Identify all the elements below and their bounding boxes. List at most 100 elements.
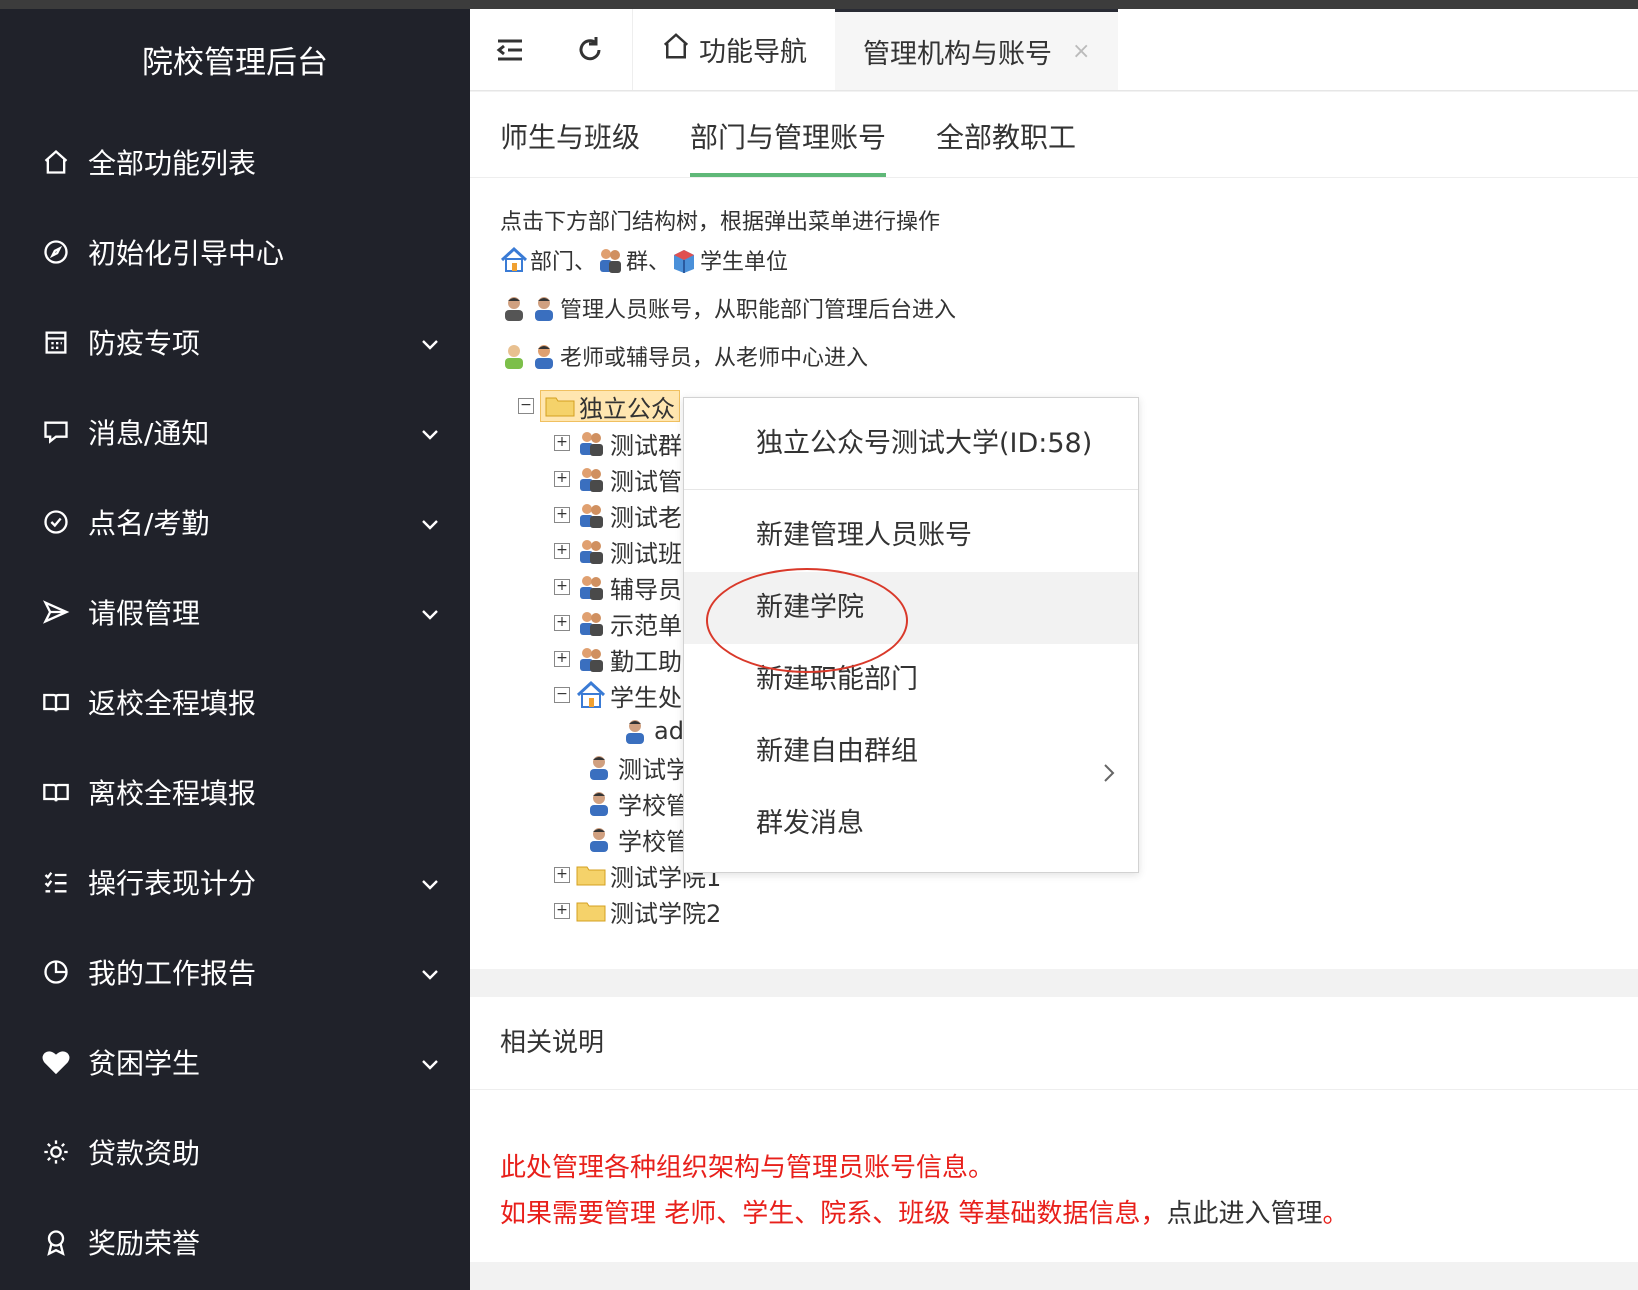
sidebar-item-conduct[interactable]: 操行表现计分	[0, 837, 470, 927]
tab-org-accounts[interactable]: 管理机构与账号 ×	[835, 9, 1119, 90]
group-icon	[580, 504, 603, 528]
sidebar-item-init-guide[interactable]: 初始化引导中心	[0, 207, 470, 297]
sidebar-item-label: 全部功能列表	[88, 147, 257, 180]
expand-icon[interactable]: +	[554, 543, 570, 559]
tree-node[interactable]: + 测试老	[554, 498, 682, 532]
list-check-icon	[40, 866, 72, 898]
note-line-2: 如果需要管理 老师、学生、院系、班级 等基础数据信息，点此进入管理。	[500, 1193, 1349, 1230]
collapse-icon[interactable]: −	[554, 687, 570, 703]
menu-fold-icon	[496, 39, 522, 60]
menu-item-label: 新建自由群组	[756, 736, 918, 767]
admin-person-icon	[535, 297, 553, 321]
expand-icon[interactable]: +	[554, 867, 570, 883]
menu-item-new-free-group[interactable]: 新建自由群组	[684, 716, 1138, 788]
home-icon	[40, 146, 72, 178]
sidebar-item-all-functions[interactable]: 全部功能列表	[0, 117, 470, 207]
group-icon	[580, 540, 603, 564]
chevron-down-icon	[418, 510, 442, 534]
app-title: 院校管理后台	[142, 45, 328, 81]
menu-item-broadcast-message[interactable]: 群发消息	[684, 788, 1138, 860]
sidebar-item-loans[interactable]: 贷款资助	[0, 1107, 470, 1197]
admin-person-icon	[505, 297, 523, 321]
expand-icon[interactable]: +	[554, 435, 570, 451]
admin-person-icon	[590, 756, 608, 780]
chevron-down-icon	[418, 870, 442, 894]
tree-node-label: 学校管	[618, 791, 690, 820]
refresh-icon	[579, 36, 601, 60]
sidebar-item-work-report[interactable]: 我的工作报告	[0, 927, 470, 1017]
group-icon	[580, 612, 603, 636]
sidebar-item-leave[interactable]: 请假管理	[0, 567, 470, 657]
expand-icon[interactable]: +	[554, 471, 570, 487]
sidebar-item-label: 请假管理	[88, 597, 201, 630]
tip-line-4: 老师或辅导员，从老师中心进入	[500, 340, 868, 372]
sidebar-item-awards[interactable]: 奖励荣誉	[0, 1197, 470, 1287]
tree-node[interactable]: + 勤工助	[554, 642, 682, 676]
refresh-button[interactable]	[550, 9, 630, 90]
expand-icon[interactable]: +	[554, 903, 570, 919]
sidebar-item-label: 点名/考勤	[88, 507, 210, 540]
teacher-person-icon	[505, 345, 523, 369]
sidebar-item-return-school[interactable]: 返校全程填报	[0, 657, 470, 747]
collapse-sidebar-button[interactable]	[470, 9, 550, 90]
tree-node[interactable]: + 测试学院2	[554, 894, 721, 928]
tree-node[interactable]: 学校管	[584, 786, 690, 820]
tree-node[interactable]: 学校管	[584, 822, 690, 856]
sidebar-item-messages[interactable]: 消息/通知	[0, 387, 470, 477]
teacher-person-icon	[535, 345, 553, 369]
tree-root-node[interactable]: − 独立公众	[518, 389, 680, 423]
sidebar-item-poor-students[interactable]: 贫困学生	[0, 1017, 470, 1107]
send-icon	[40, 596, 72, 628]
sidebar-item-leave-school[interactable]: 离校全程填报	[0, 747, 470, 837]
subtab-teachers-classes[interactable]: 师生与班级	[500, 92, 640, 177]
tip-line-1: 点击下方部门结构树，根据弹出菜单进行操作	[500, 204, 940, 236]
tip-text: 老师或辅导员，从老师中心进入	[560, 346, 869, 371]
subtab-departments-accounts[interactable]: 部门与管理账号	[690, 92, 887, 177]
tab-label: 管理机构与账号	[863, 38, 1052, 70]
context-menu-title: 独立公众号测试大学(ID:58)	[684, 398, 1138, 490]
tree-node-label: 辅导员	[610, 575, 682, 604]
sidebar-item-label: 离校全程填报	[88, 777, 257, 810]
related-notes-card: 相关说明 此处管理各种组织架构与管理员账号信息。 如果需要管理 老师、学生、院系…	[470, 997, 1638, 1262]
expand-icon[interactable]: +	[554, 651, 570, 667]
book-icon	[40, 686, 72, 718]
tree-node[interactable]: ad	[620, 714, 684, 748]
folder-icon	[576, 902, 606, 922]
tree-node[interactable]: + 测试管	[554, 462, 682, 496]
tab-function-nav[interactable]: 功能导航	[633, 9, 835, 90]
clock-icon	[40, 956, 72, 988]
group-icon	[580, 576, 603, 600]
sidebar-item-attendance[interactable]: 点名/考勤	[0, 477, 470, 567]
close-icon[interactable]: ×	[1072, 39, 1090, 64]
chevron-down-icon	[418, 1050, 442, 1074]
sidebar-item-label: 初始化引导中心	[88, 237, 285, 270]
admin-person-icon	[626, 720, 644, 744]
sidebar-item-label: 贫困学生	[88, 1047, 201, 1080]
book-icon	[40, 776, 72, 808]
tree-node[interactable]: 测试学	[584, 750, 690, 784]
chevron-down-icon	[418, 420, 442, 444]
tree-node[interactable]: + 示范单	[554, 606, 682, 640]
highlight-annotation-circle	[706, 568, 908, 673]
manage-link[interactable]: 点此进入管理	[1167, 1199, 1323, 1229]
tree-node-label: 测试学院2	[610, 899, 722, 928]
tip-line-2: 部门、 群、 学生单位	[500, 244, 788, 276]
tree-node-label: ad	[654, 717, 684, 745]
menu-item-label: 群发消息	[756, 808, 864, 839]
tree-node[interactable]: + 辅导员	[554, 570, 682, 604]
group-icon	[580, 648, 603, 672]
tree-node[interactable]: − 学生处	[554, 678, 682, 712]
subtab-all-staff[interactable]: 全部教职工	[936, 92, 1076, 177]
menu-item-new-admin-account[interactable]: 新建管理人员账号	[684, 500, 1138, 572]
expand-icon[interactable]: +	[554, 579, 570, 595]
collapse-icon[interactable]: −	[518, 398, 534, 414]
sidebar-item-epidemic[interactable]: 防疫专项	[0, 297, 470, 387]
expand-icon[interactable]: +	[554, 507, 570, 523]
expand-icon[interactable]: +	[554, 615, 570, 631]
group-icon	[580, 432, 603, 456]
tree-node[interactable]: + 测试班	[554, 534, 682, 568]
tree-node[interactable]: + 测试群	[554, 426, 682, 460]
tip-text: 学生单位	[700, 250, 789, 275]
note-text: 。	[1322, 1199, 1349, 1229]
compass-icon	[40, 236, 72, 268]
